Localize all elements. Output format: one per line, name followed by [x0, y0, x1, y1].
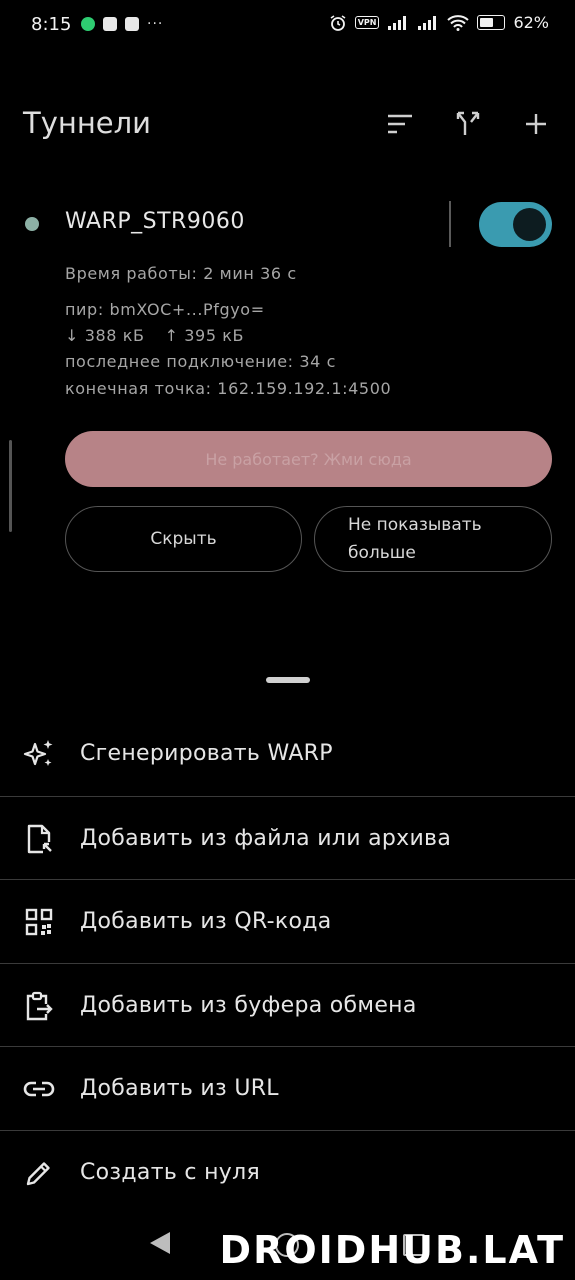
sheet-item-label: Добавить из QR-кода — [80, 909, 332, 934]
file-import-icon — [22, 822, 56, 856]
app-notification-icon — [125, 17, 139, 31]
generate-warp-item[interactable]: Сгенерировать WARP — [0, 712, 575, 795]
alarm-icon — [330, 14, 346, 31]
tunnel-tx: ↑ 395 кБ — [164, 326, 245, 345]
link-icon — [22, 1072, 56, 1106]
hide-button[interactable]: Скрыть — [65, 506, 302, 572]
not-working-button[interactable]: Не работает? Жми сюда — [65, 431, 552, 487]
sparkle-icon — [22, 737, 56, 771]
whatsapp-icon — [81, 17, 95, 31]
add-from-url-item[interactable]: Добавить из URL — [0, 1047, 575, 1130]
qr-code-icon — [22, 905, 56, 939]
pencil-icon — [22, 1156, 56, 1190]
sort-icon[interactable] — [384, 108, 416, 140]
tunnel-rx: ↓ 388 кБ — [65, 326, 145, 345]
dont-show-again-button[interactable]: Не показывать больше — [314, 506, 552, 572]
system-icons: VPN 62% — [329, 13, 549, 32]
app-notification-icon — [103, 17, 117, 31]
sheet-drag-handle[interactable] — [266, 677, 310, 683]
tunnel-toggle[interactable] — [479, 202, 552, 247]
signal-icon — [418, 15, 437, 30]
status-bar: 8:15 ··· VPN 62% — [0, 0, 575, 52]
add-icon[interactable] — [520, 108, 552, 140]
battery-icon — [477, 15, 506, 30]
sheet-item-label: Сгенерировать WARP — [80, 741, 333, 766]
divider — [449, 201, 451, 247]
add-from-clipboard-item[interactable]: Добавить из буфера обмена — [0, 964, 575, 1047]
sheet-item-label: Создать с нуля — [80, 1160, 260, 1185]
add-from-file-item[interactable]: Добавить из файла или архива — [0, 797, 575, 880]
sheet-item-label: Добавить из файла или архива — [80, 826, 452, 851]
page-title: Туннели — [23, 106, 152, 140]
scrollbar — [9, 440, 12, 532]
tunnel-status-dot — [25, 217, 39, 231]
add-from-qr-item[interactable]: Добавить из QR-кода — [0, 880, 575, 963]
sheet-item-label: Добавить из URL — [80, 1076, 279, 1101]
signal-icon — [388, 15, 407, 30]
wifi-icon — [447, 14, 470, 31]
tunnel-transfer: ↓ 388 кБ ↑ 395 кБ — [65, 326, 244, 345]
tunnel-uptime: Время работы: 2 мин 36 с — [65, 264, 297, 283]
status-time: 8:15 — [31, 14, 72, 35]
notification-icons: ··· — [81, 16, 163, 32]
back-icon[interactable] — [150, 1232, 170, 1254]
create-from-scratch-item[interactable]: Создать с нуля — [0, 1131, 575, 1214]
clipboard-icon — [22, 989, 56, 1023]
tunnel-name[interactable]: WARP_STR9060 — [65, 209, 245, 234]
vpn-icon: VPN — [354, 16, 380, 29]
tunnel-peer: пир: bmXOC+...Pfgyo= — [65, 300, 265, 319]
more-notifications-icon: ··· — [147, 16, 164, 32]
sheet-item-label: Добавить из буфера обмена — [80, 993, 417, 1018]
watermark: DROIDHUB.LAT — [219, 1228, 565, 1272]
split-tunneling-icon[interactable] — [452, 108, 484, 140]
toggle-knob — [513, 208, 546, 241]
battery-percent: 62% — [513, 13, 549, 32]
tunnel-last-handshake: последнее подключение: 34 с — [65, 352, 337, 371]
tunnel-endpoint: конечная точка: 162.159.192.1:4500 — [65, 379, 392, 398]
